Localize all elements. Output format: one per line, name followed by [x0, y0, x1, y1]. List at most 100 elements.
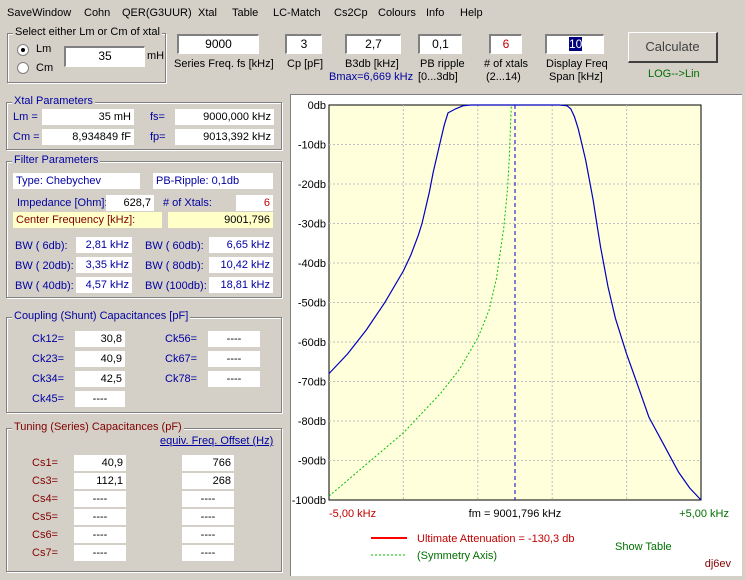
menu-cs2cp[interactable]: Cs2Cp [334, 7, 368, 19]
lm-label: Lm = [13, 111, 38, 123]
cs4-value: ---- [74, 491, 126, 507]
tuning-title: Tuning (Series) Capacitances (pF) [12, 421, 184, 433]
coupling-title: Coupling (Shunt) Capacitances [pF] [12, 310, 191, 322]
plot-panel: 0db -10db -20db -30db -40db -50db -60db -70db -8… [290, 94, 742, 576]
b3db-label: B3db [kHz] [345, 58, 399, 70]
show-table-link[interactable]: Show Table [615, 541, 672, 553]
filter-type: Type: Chebychev [13, 173, 140, 189]
cs7-value: ---- [74, 545, 126, 561]
filter-ripple: PB-Ripple: 0,1db [153, 173, 273, 189]
ultimate-attenuation-label: Ultimate Attenuation = -130,3 db [417, 533, 574, 545]
menu-help[interactable]: Help [460, 7, 483, 19]
xtal-parameters-title: Xtal Parameters [12, 95, 95, 107]
cs7-label: Cs7= [32, 547, 58, 559]
menu-lc-match[interactable]: LC-Match [273, 7, 321, 19]
cs3-value: 112,1 [74, 473, 126, 489]
y-tick-label: -100db [292, 495, 326, 507]
bw-40db-label: BW ( 40db): [15, 280, 74, 292]
cs3-offset: 268 [182, 473, 234, 489]
impedance-value: 628,7 [106, 195, 154, 211]
center-frequency-value: 9001,796 [168, 212, 273, 228]
y-tick-label: -70db [298, 377, 326, 389]
span-input-value: 10 [569, 37, 583, 51]
radio-lm-label: Lm [36, 43, 52, 55]
x-left-label: -5,00 kHz [329, 508, 376, 520]
signature: dj6ev [705, 558, 732, 570]
ck45-value: ---- [75, 391, 125, 407]
bw-60db-label: BW ( 60db): [145, 240, 204, 252]
filter-parameters-title: Filter Parameters [12, 154, 101, 166]
lm-cm-unit: mH [147, 50, 165, 62]
menu-xtal[interactable]: Xtal [198, 7, 217, 19]
radio-cm[interactable] [17, 62, 29, 74]
bw-60db-value: 6,65 kHz [209, 237, 273, 253]
fp-label: fp= [150, 131, 166, 143]
impedance-label: Impedance [Ohm]: [17, 197, 108, 209]
select-group-title: Select either Lm or Cm of xtal [13, 26, 162, 38]
menu-info[interactable]: Info [426, 7, 444, 19]
cm-label: Cm = [13, 131, 40, 143]
menu-bar: SaveWindow Cohn QER(G3UUR) Xtal Table LC… [0, 5, 745, 23]
bw-6db-label: BW ( 6db): [15, 240, 68, 252]
ck23-label: Ck23= [32, 353, 65, 365]
filter-xtals-label: # of Xtals: [163, 197, 212, 209]
span-input[interactable]: 10 [545, 34, 604, 54]
cs4-label: Cs4= [32, 493, 58, 505]
span-label: Display Freq [546, 58, 608, 70]
calculate-button[interactable]: Calculate [628, 32, 718, 63]
cs5-value: ---- [74, 509, 126, 525]
lm-cm-input[interactable]: 35 [64, 46, 145, 67]
menu-cohn[interactable]: Cohn [84, 7, 110, 19]
log-lin-toggle[interactable]: LOG-->Lin [648, 68, 700, 80]
pb-ripple-input[interactable]: 0,1 [418, 34, 462, 54]
series-freq-input[interactable]: 9000 [177, 34, 259, 54]
y-tick-label: -10db [298, 140, 326, 152]
menu-colours[interactable]: Colours [378, 7, 416, 19]
pb-ripple-range: [0...3db] [418, 71, 458, 83]
num-xtals-range: (2...14) [486, 71, 521, 83]
y-tick-label: -80db [298, 416, 326, 428]
freq-offset-header: equiv. Freq. Offset (Hz) [160, 435, 274, 447]
radio-cm-label: Cm [36, 62, 54, 74]
cp-input[interactable]: 3 [285, 34, 322, 54]
fp-value: 9013,392 kHz [175, 129, 274, 145]
bw-20db-label: BW ( 20db): [15, 260, 74, 272]
ck34-label: Ck34= [32, 373, 65, 385]
cs5-label: Cs5= [32, 511, 58, 523]
series-freq-label: Series Freq. fs [kHz] [174, 58, 274, 70]
ck67-label: Ck67= [165, 353, 198, 365]
num-xtals-input[interactable]: 6 [489, 34, 522, 54]
menu-qer[interactable]: QER(G3UUR) [122, 7, 192, 19]
cs1-value: 40,9 [74, 455, 126, 471]
x-center-label: fm = 9001,796 kHz [469, 508, 562, 520]
y-tick-label: -50db [298, 298, 326, 310]
bw-100db-label: BW (100db): [145, 280, 207, 292]
cs6-offset: ---- [182, 527, 234, 543]
cs5-offset: ---- [182, 509, 234, 525]
ck12-label: Ck12= [32, 333, 65, 345]
ck23-value: 40,9 [75, 351, 125, 367]
cm-value: 8,934849 fF [42, 129, 134, 145]
y-tick-label: -40db [298, 258, 326, 270]
menu-savewindow[interactable]: SaveWindow [7, 7, 71, 19]
span-label2: Span [kHz] [549, 71, 603, 83]
cs4-offset: ---- [182, 491, 234, 507]
x-right-label: +5,00 kHz [679, 508, 729, 520]
lm-value: 35 mH [42, 109, 134, 125]
ck78-value: ---- [208, 371, 260, 387]
ck45-label: Ck45= [32, 393, 65, 405]
y-tick-labels: 0db -10db -20db -30db -40db -50db -60db -70db -8… [292, 100, 326, 507]
cs3-label: Cs3= [32, 475, 58, 487]
radio-lm[interactable] [17, 44, 29, 56]
bw-40db-value: 4,57 kHz [76, 277, 132, 293]
ck78-label: Ck78= [165, 373, 198, 385]
num-xtals-label: # of xtals [484, 58, 529, 70]
cs7-offset: ---- [182, 545, 234, 561]
bw-20db-value: 3,35 kHz [76, 257, 132, 273]
b3db-input[interactable]: 2,7 [345, 34, 401, 54]
menu-table[interactable]: Table [232, 7, 258, 19]
fs-label: fs= [150, 111, 165, 123]
cs6-label: Cs6= [32, 529, 58, 541]
y-tick-label: -20db [298, 179, 326, 191]
response-chart: 0db -10db -20db -30db -40db -50db -60db -70db -8… [292, 100, 732, 570]
